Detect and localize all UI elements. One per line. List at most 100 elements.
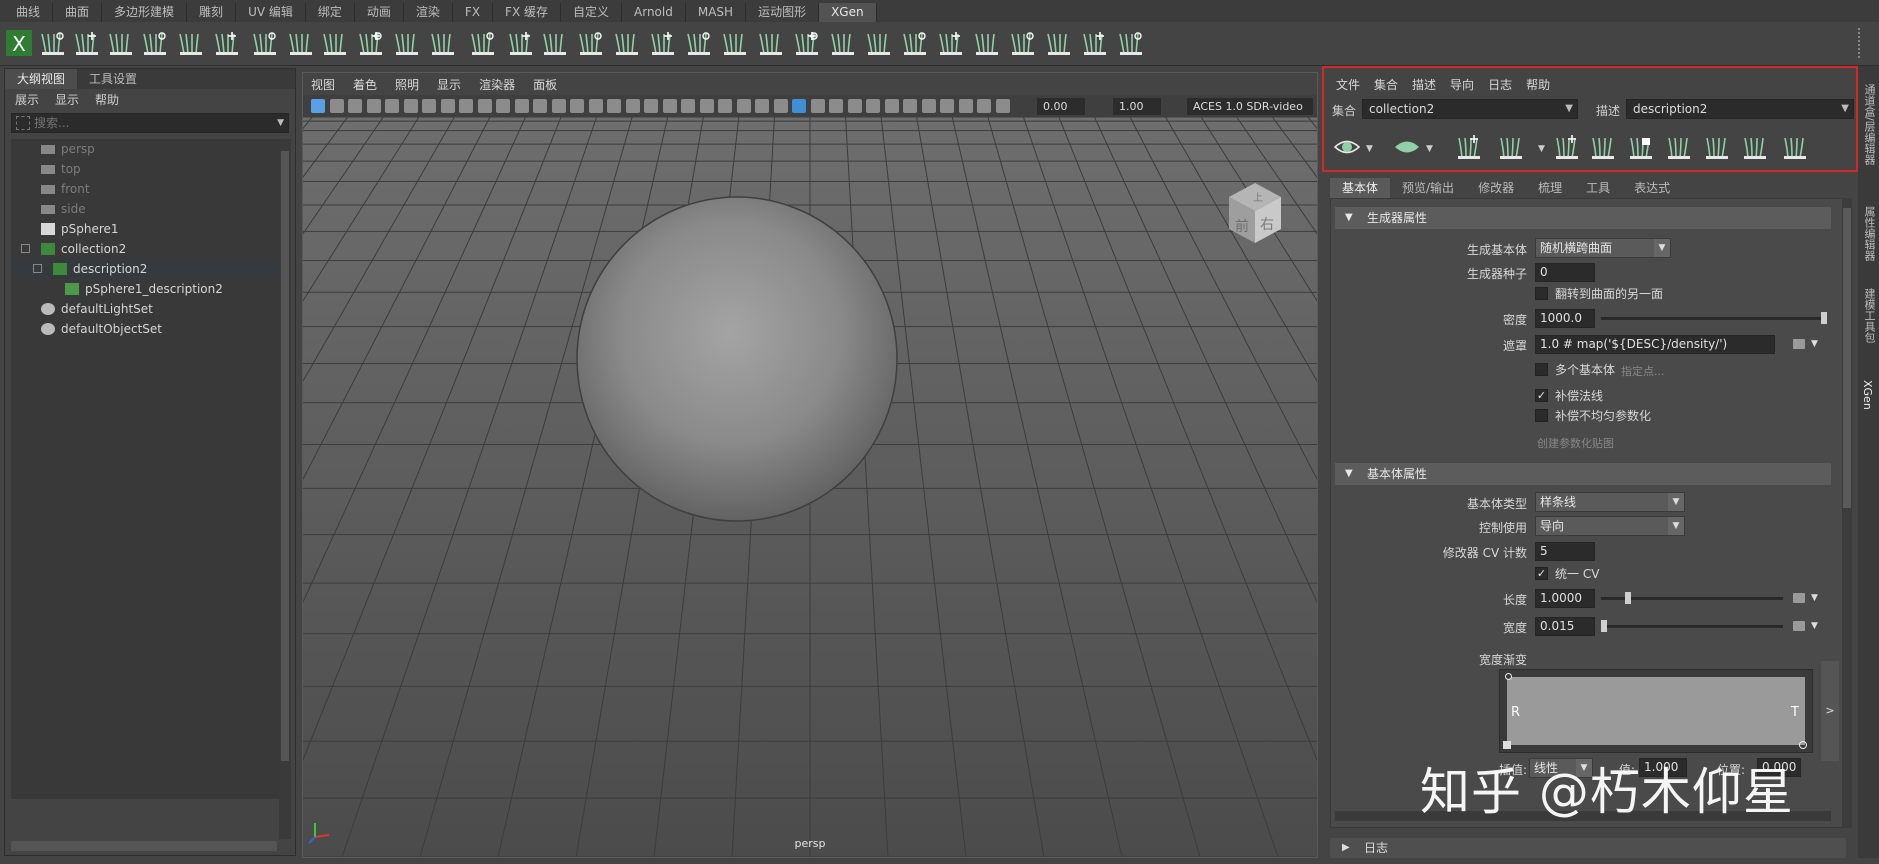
smooth-icon[interactable]: [720, 28, 750, 58]
multi-primitive-checkbox[interactable]: [1535, 363, 1548, 376]
log-section-header[interactable]: ▶ 日志: [1330, 838, 1846, 858]
rebuild-icon[interactable]: [1702, 132, 1732, 162]
prim-type-dropdown[interactable]: 样条线 ▼: [1535, 492, 1685, 512]
viewport-tool-icon[interactable]: [496, 99, 510, 113]
outliner-item-defaultobjectset[interactable]: defaultObjectSet: [11, 319, 287, 339]
move-options-dropdown[interactable]: ▼: [1538, 144, 1545, 154]
shelf-tab-3[interactable]: 雕刻: [187, 3, 237, 22]
add-guides-icon[interactable]: [1454, 132, 1484, 162]
chevron-down-icon[interactable]: ▼: [1811, 593, 1818, 603]
viewport-tool-icon[interactable]: [958, 99, 973, 113]
menu-view[interactable]: 视图: [311, 76, 335, 93]
move-guides-icon[interactable]: [1496, 132, 1526, 162]
mask-expression-field[interactable]: 1.0 # map('${DESC}/density/'): [1535, 335, 1775, 354]
menu-show[interactable]: 显示: [437, 76, 461, 93]
groom-icon[interactable]: [1740, 132, 1770, 162]
viewport-tool-icon[interactable]: [995, 99, 1010, 113]
viewport-tool-icon[interactable]: [570, 99, 584, 113]
collection-select[interactable]: collection2 ▼: [1362, 99, 1578, 119]
menu-help[interactable]: 帮助: [95, 91, 119, 108]
width-field[interactable]: 0.015: [1535, 617, 1595, 636]
xgen-tab-3[interactable]: 梳理: [1526, 178, 1574, 198]
viewport-tool-icon[interactable]: [366, 99, 381, 113]
ramp-expand-button[interactable]: >: [1821, 661, 1839, 761]
viewport-tool-icon[interactable]: [681, 99, 695, 113]
width-icon[interactable]: [1008, 28, 1038, 58]
density-slider-handle[interactable]: [1821, 312, 1827, 324]
create-map-button[interactable]: 创建参数化贴图: [1537, 435, 1614, 451]
collapse-toggle-icon[interactable]: [21, 244, 30, 253]
clear-preview-icon[interactable]: [1392, 132, 1422, 162]
viewport-tool-icon[interactable]: [533, 99, 547, 113]
xgen-tab-5[interactable]: 表达式: [1622, 178, 1682, 198]
preview-options-dropdown[interactable]: ▼: [1366, 144, 1373, 154]
width-ramp-gradient[interactable]: [1507, 677, 1805, 745]
menu-help[interactable]: 帮助: [1526, 76, 1550, 93]
outliner-item-defaultlightset[interactable]: defaultLightSet: [11, 299, 287, 319]
outliner-item-top[interactable]: top: [11, 159, 287, 179]
density-field[interactable]: 1000.0: [1535, 309, 1595, 328]
menu-log[interactable]: 日志: [1488, 76, 1512, 93]
viewport-tool-icon[interactable]: [829, 99, 843, 113]
shelf-tab-7[interactable]: 渲染: [404, 3, 453, 22]
viewport-tool-icon[interactable]: [792, 99, 806, 113]
layer-icon[interactable]: [320, 28, 350, 58]
menu-guides[interactable]: 导向: [1450, 76, 1474, 93]
preview-refresh-icon[interactable]: [1332, 132, 1362, 162]
select-icon[interactable]: [1588, 132, 1618, 162]
control-dropdown[interactable]: 导向 ▼: [1535, 516, 1685, 536]
collapse-toggle-icon[interactable]: [33, 264, 42, 273]
density-icon[interactable]: [612, 28, 642, 58]
map-editor-icon[interactable]: [1793, 593, 1805, 603]
chevron-down-icon[interactable]: ▼: [1811, 339, 1818, 349]
noise-icon[interactable]: [828, 28, 858, 58]
xgen-editor-icon[interactable]: X: [4, 28, 34, 58]
ramp-handle-icon[interactable]: [1505, 673, 1512, 680]
xgen-tab-1[interactable]: 预览/输出: [1390, 178, 1466, 198]
viewport-tool-icon[interactable]: [348, 99, 362, 113]
viewport-scene[interactable]: 上 前 右: [303, 117, 1317, 857]
xgen-tab-2[interactable]: 修改器: [1466, 178, 1526, 198]
interactive-groom-icon[interactable]: [468, 28, 498, 58]
region-icon[interactable]: [1044, 28, 1074, 58]
ramp-handle-icon[interactable]: [1503, 741, 1511, 749]
add-primitive-icon[interactable]: [1552, 132, 1582, 162]
grow-icon[interactable]: [428, 28, 458, 58]
viewport-tool-icon[interactable]: [422, 99, 436, 113]
menu-shading[interactable]: 着色: [353, 76, 377, 93]
visibility-icon[interactable]: [212, 28, 242, 58]
outliner-item-psphere1_description2[interactable]: pSphere1_description2: [11, 279, 287, 299]
viewport-tool-icon[interactable]: [755, 99, 769, 113]
shelf-tab-13[interactable]: 运动图形: [746, 3, 820, 22]
viewport-tool-icon[interactable]: [940, 99, 954, 113]
unify-cv-checkbox[interactable]: ✓: [1535, 567, 1548, 580]
menu-panels[interactable]: 面板: [533, 76, 557, 93]
viewport-tool-icon[interactable]: [403, 99, 418, 113]
viewport-tool-icon[interactable]: [607, 99, 621, 113]
gen-seed-field[interactable]: 0: [1535, 263, 1595, 282]
outliner-item-front[interactable]: front: [11, 179, 287, 199]
preview-icon[interactable]: [38, 28, 68, 58]
outliner-item-collection2[interactable]: collection2: [11, 239, 287, 259]
map-editor-icon[interactable]: [1793, 621, 1805, 631]
viewport-tool-icon[interactable]: [329, 99, 344, 113]
specify-points-button[interactable]: 指定点...: [1621, 363, 1665, 379]
search-input[interactable]: [30, 116, 278, 130]
tab-tool-settings[interactable]: 工具设置: [77, 69, 149, 89]
comp-param-checkbox[interactable]: [1535, 409, 1548, 422]
menu-lighting[interactable]: 照明: [395, 76, 419, 93]
shelf-tab-0[interactable]: 曲线: [4, 3, 54, 22]
select-guides-icon[interactable]: [392, 28, 422, 58]
cv-count-field[interactable]: 5: [1535, 542, 1595, 561]
sculpt-icon[interactable]: [684, 28, 714, 58]
length-slider-handle[interactable]: [1625, 592, 1631, 604]
viewport-tool-icon[interactable]: [773, 99, 788, 113]
shelf-tab-9[interactable]: FX 缓存: [493, 3, 561, 22]
menu-renderer[interactable]: 渲染器: [479, 76, 515, 93]
viewport-tool-icon[interactable]: [440, 99, 455, 113]
move-guides-icon[interactable]: [140, 28, 170, 58]
width-slider[interactable]: [1601, 625, 1783, 628]
shelf-tab-10[interactable]: 自定义: [561, 3, 623, 22]
viewport-tool-icon[interactable]: [459, 99, 473, 113]
add-guides-icon[interactable]: [106, 28, 136, 58]
